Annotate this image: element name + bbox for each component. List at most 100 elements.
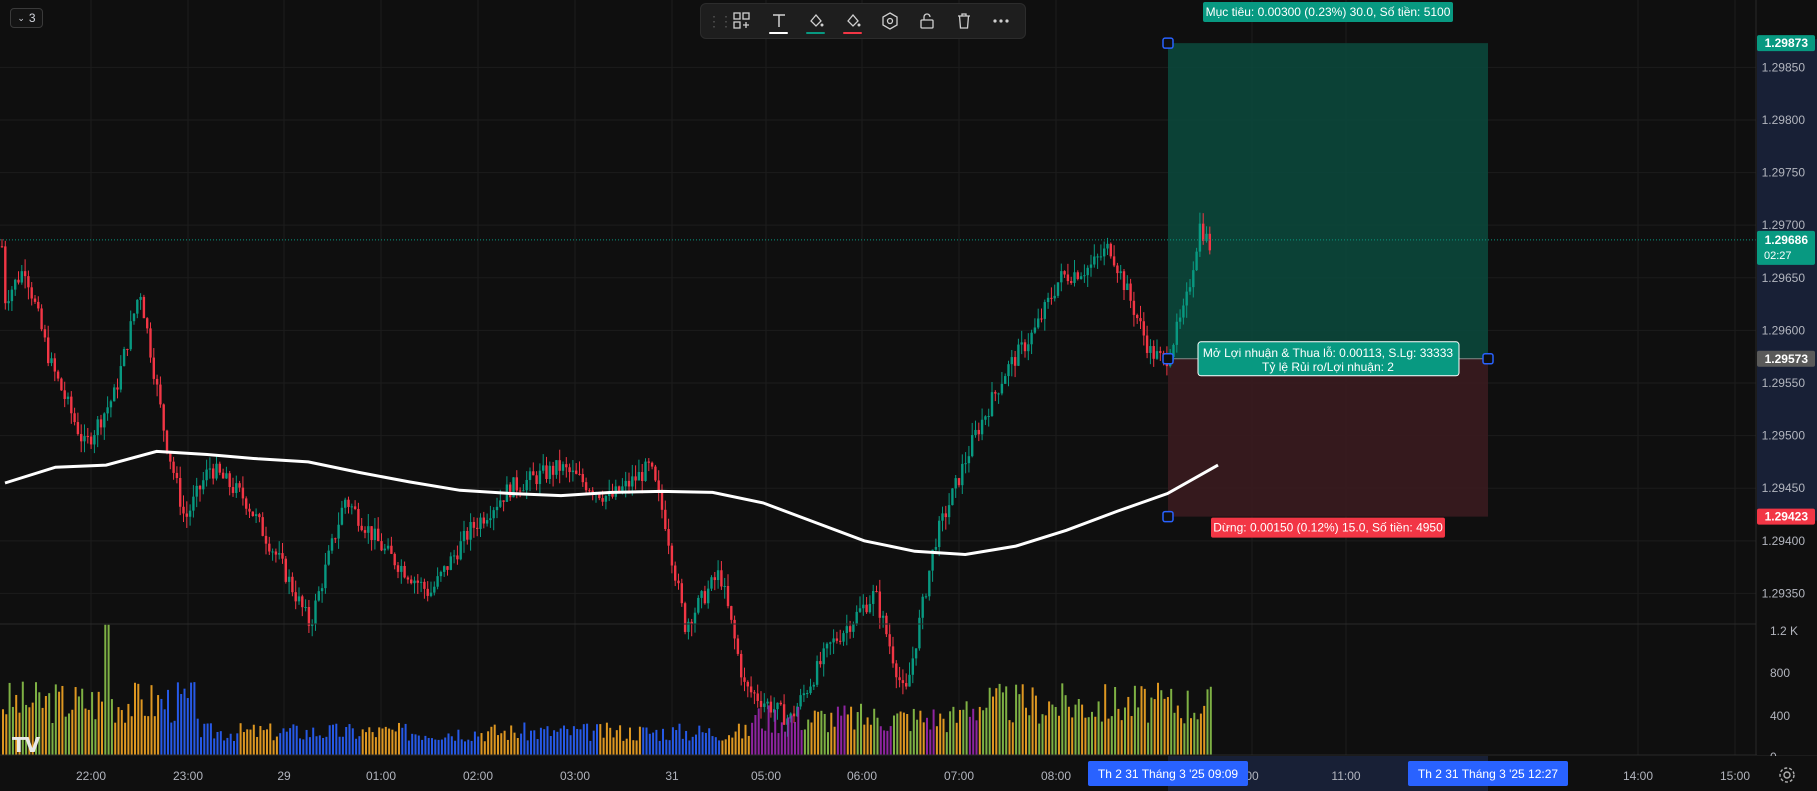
candle-body <box>7 301 10 304</box>
candle-body <box>631 476 634 487</box>
time-axis-label: 29 <box>277 769 291 783</box>
candle-body <box>509 484 512 498</box>
candle-body <box>584 482 588 491</box>
fill-color-button[interactable] <box>797 6 834 36</box>
volume-bar <box>909 731 912 755</box>
add-template-button[interactable] <box>723 6 760 36</box>
volume-bar <box>322 737 325 755</box>
volume-bar <box>447 733 450 755</box>
volume-bar <box>308 737 311 755</box>
volume-bar <box>414 734 417 755</box>
candle-body <box>740 653 743 678</box>
more-button[interactable] <box>982 6 1019 36</box>
position-drag-handle[interactable] <box>1162 510 1174 523</box>
volume-bar <box>952 706 955 755</box>
grip-icon[interactable]: ⋮⋮ <box>707 13 733 30</box>
candle-body <box>1083 275 1086 277</box>
candle-body <box>812 684 815 687</box>
candle-body <box>829 642 832 644</box>
interval-selector[interactable]: ⌄ 3 <box>10 8 43 28</box>
volume-bar <box>579 729 582 755</box>
candle-body <box>565 464 568 468</box>
candle-body <box>492 510 495 519</box>
price-axis[interactable]: 1.29850 1.29800 1.29750 1.29700 1.29650 1.296… <box>1757 0 1817 755</box>
volume-bar <box>678 723 681 755</box>
text-button[interactable] <box>760 6 797 36</box>
volume-bar <box>728 735 730 755</box>
candle-body <box>1070 281 1073 283</box>
volume-bar <box>906 713 909 755</box>
candle-body <box>852 623 855 632</box>
delete-button[interactable] <box>945 6 982 36</box>
volume-bar <box>305 729 308 755</box>
candle-body <box>601 498 604 502</box>
volume-bar <box>675 730 678 755</box>
volume-bar <box>1186 690 1189 755</box>
candle-body <box>743 677 746 682</box>
volume-bar <box>282 728 285 755</box>
candle-body <box>944 513 947 518</box>
candle-body <box>188 510 192 517</box>
volume-bar <box>315 736 318 755</box>
candle-body <box>753 692 756 694</box>
time-axis-label: 05:00 <box>751 769 781 783</box>
volume-bar <box>985 707 988 755</box>
position-drag-handle[interactable] <box>1482 353 1494 365</box>
position-drag-handle[interactable] <box>1162 37 1174 49</box>
volume-bar <box>391 729 394 755</box>
volume-bar <box>1160 690 1163 755</box>
position-zones[interactable] <box>1168 43 1488 517</box>
gear-icon[interactable] <box>1778 766 1796 784</box>
price-axis-label: 1.29500 <box>1762 429 1806 443</box>
candle-body <box>568 467 571 473</box>
candle-body <box>353 506 357 509</box>
unlock-icon <box>919 13 934 29</box>
tradingview-logo-icon[interactable]: TV <box>12 733 40 757</box>
candle-body <box>47 337 50 364</box>
candle-body <box>1195 251 1198 271</box>
volume-bar <box>853 729 856 755</box>
volume-bar <box>1021 684 1024 755</box>
candle-body <box>238 483 241 488</box>
time-axis-label: 23:00 <box>173 769 203 783</box>
range-start-tag: Th 2 31 Tháng 3 '25 09:09 <box>1098 767 1239 781</box>
candle-body <box>433 586 436 593</box>
volume-bar <box>995 688 998 755</box>
candle-body <box>815 661 819 685</box>
trading-chart[interactable]: 1.29850 1.29800 1.29750 1.29700 1.29650 1.296… <box>0 0 1817 791</box>
volume-bar <box>130 716 133 755</box>
volume-bar <box>823 713 826 755</box>
candle-body <box>938 520 941 548</box>
volume-bar <box>691 736 694 755</box>
volume-bar <box>827 732 829 755</box>
drawing-toolbar[interactable]: ⋮⋮ <box>700 3 1026 39</box>
volume-bar <box>137 683 140 755</box>
lock-button[interactable] <box>908 6 945 36</box>
candle-body <box>674 565 677 581</box>
position-drag-handle[interactable] <box>1162 353 1174 365</box>
candle-body <box>895 663 898 678</box>
candle-body <box>980 419 984 435</box>
interval-value: 3 <box>28 11 36 25</box>
volume-bar <box>365 732 367 755</box>
volume-bar <box>223 740 226 755</box>
volume-bar <box>114 722 117 755</box>
volume-bar <box>645 727 648 755</box>
volume-bar <box>698 725 701 755</box>
candle-body <box>1020 342 1023 345</box>
volume-bar <box>457 729 460 755</box>
volume-bar <box>1196 719 1199 755</box>
candle-body <box>136 299 139 314</box>
volume-bar <box>566 729 569 755</box>
settings-button[interactable] <box>871 6 908 36</box>
volume-bar <box>345 727 348 755</box>
candle-body <box>733 619 736 639</box>
candle-body <box>396 565 400 572</box>
volume-bar <box>256 736 259 755</box>
time-axis[interactable]: 22:00 23:00 29 01:00 02:00 03:00 31 05:00 06:00 0… <box>0 756 1817 791</box>
candle-body <box>928 570 931 597</box>
candle-body <box>76 422 80 435</box>
border-color-button[interactable] <box>834 6 871 36</box>
candle-body <box>40 308 43 330</box>
candle-body <box>195 485 198 497</box>
